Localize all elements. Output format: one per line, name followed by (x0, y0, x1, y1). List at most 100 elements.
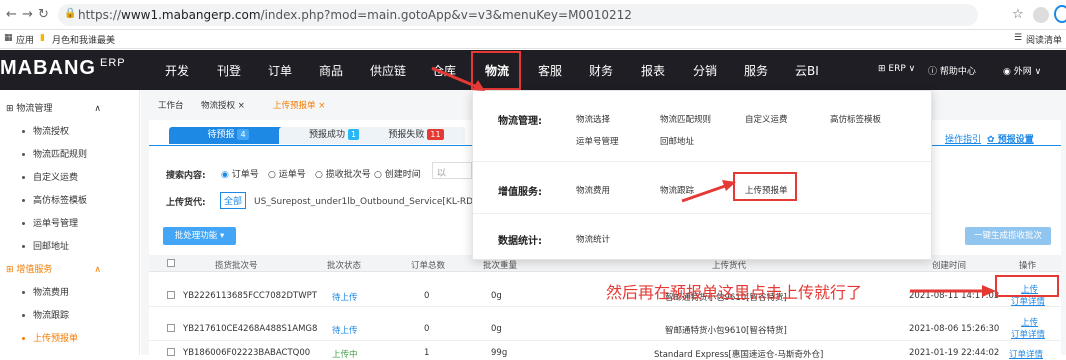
arrow-to-upload-forecast (681, 180, 736, 203)
folder-icon: ▮ (40, 33, 45, 43)
sidebar-item-return-address[interactable]: 回邮地址 (22, 239, 69, 252)
col-count: 订单总数 (411, 261, 446, 271)
bookmarks-bar: ▦ 应用 ▮ 月色和我谁最美 ☰ 阅读清单 (0, 30, 1066, 49)
forward-icon[interactable]: → (22, 7, 33, 22)
tab-logistics-auth[interactable]: 物流授权 × (201, 99, 245, 111)
tab-workbench[interactable]: 工作台 (158, 99, 184, 111)
search-input[interactable]: 以 (432, 162, 472, 179)
row-time: 2021-01-19 22:44:02 (909, 348, 1000, 358)
extension-icon[interactable] (1054, 5, 1066, 23)
select-all-checkbox[interactable] (167, 259, 175, 267)
settings-link[interactable]: ✿ 预报设置 (987, 132, 1034, 145)
network-menu[interactable]: ◉ 外网 ∨ (1003, 64, 1041, 77)
dropdown-section-management: 物流管理: (498, 116, 542, 127)
carrier-label: 上传货代: (166, 198, 206, 208)
nav-services[interactable]: 服务 (744, 62, 768, 79)
dropdown-item-tracking-number[interactable]: 运单号管理 (576, 135, 619, 147)
row-detail-link[interactable]: 订单详情 (1011, 328, 1045, 340)
nav-reports[interactable]: 报表 (641, 62, 665, 79)
dropdown-item-stats[interactable]: 物流统计 (576, 233, 610, 245)
row-divider (149, 306, 1061, 307)
row-checkbox[interactable] (167, 291, 175, 299)
sidebar-group-value-added[interactable]: ⊞ 增值服务 ∧ (6, 262, 101, 275)
sidebar-item-label-template[interactable]: 高仿标签模板 (22, 193, 87, 206)
nav-cloud-bi[interactable]: 云BI (795, 62, 819, 79)
star-icon[interactable]: ☆ (1012, 7, 1024, 22)
dropdown-item-label-template[interactable]: 高仿标签模板 (830, 113, 881, 125)
row-count: 0 (424, 291, 430, 301)
row-status: 上传中 (332, 350, 358, 360)
tab-failed[interactable]: 预报失败 11 (367, 127, 465, 144)
dropdown-item-logistics-select[interactable]: 物流选择 (576, 113, 610, 125)
highlight-upload-forecast (733, 172, 797, 201)
back-icon[interactable]: ← (6, 7, 17, 22)
guide-link[interactable]: 操作指引 (945, 132, 981, 145)
carrier-all-button[interactable]: 全部 (220, 192, 247, 209)
row-batch-id: YB217610CE4268A488S1AMG8 (183, 324, 318, 334)
col-batch: 揽货批次号 (215, 261, 258, 271)
nav-supply-chain[interactable]: 供应链 (370, 62, 406, 79)
bookmark-folder[interactable]: 月色和我谁最美 (52, 33, 115, 46)
radio-waybill[interactable]: ○ 运单号 (268, 167, 306, 180)
reading-list-icon: ☰ (1014, 33, 1023, 43)
dropdown-item-return-address[interactable]: 回邮地址 (660, 135, 694, 147)
sidebar-item-upload-forecast[interactable]: 上传预报单 (22, 331, 78, 344)
reading-list[interactable]: 阅读清单 (1026, 33, 1062, 46)
sidebar-item-tracking-number[interactable]: 运单号管理 (22, 216, 78, 229)
erp-menu[interactable]: ⊞ ERP ∨ (878, 64, 915, 74)
sidebar-group-logistics[interactable]: ⊞ 物流管理 ∧ (6, 101, 101, 114)
sidebar: ⊞ 物流管理 ∧ 物流授权 物流匹配规则 自定义运费 高仿标签模板 运单号管理 回… (0, 90, 140, 355)
row-batch-id: YB186006F02223BABACTQ00 (183, 348, 311, 358)
address-bar[interactable]: 🔒 https://www1.mabangerp.com/index.php?m… (58, 4, 978, 26)
dropdown-divider (473, 213, 931, 214)
highlight-upload-link (995, 275, 1059, 297)
radio-created[interactable]: ○ 创建时间 (374, 167, 421, 180)
sidebar-item-fees[interactable]: 物流费用 (22, 285, 69, 298)
grid-icon: ⊞ (6, 265, 17, 275)
radio-batch[interactable]: ○ 揽收批次号 (315, 167, 371, 180)
row-count: 0 (424, 324, 430, 334)
search-label: 搜索内容: (166, 171, 206, 181)
row-detail-link[interactable]: 订单详情 (1009, 348, 1043, 360)
nav-publish[interactable]: 刊登 (217, 62, 241, 79)
tab-pending[interactable]: 待预报 4 (169, 127, 287, 144)
col-status: 批次状态 (327, 261, 362, 271)
sidebar-item-custom-freight[interactable]: 自定义运费 (22, 170, 78, 183)
nav-products[interactable]: 商品 (319, 62, 343, 79)
row-checkbox[interactable] (167, 324, 175, 332)
radio-order-number[interactable]: ◉ 订单号 (221, 167, 259, 180)
url-host: www1.mabangerp.com (121, 8, 261, 22)
sidebar-item-match-rules[interactable]: 物流匹配规则 (22, 147, 87, 160)
reload-icon[interactable]: ↻ (38, 7, 49, 22)
carrier-option[interactable]: US_Surepost_under1lb_Outbound_Service[KL… (254, 194, 472, 207)
row-carrier: 智邮通特货小包9610[智谷特货] (665, 326, 787, 336)
sidebar-item-auth[interactable]: 物流授权 (22, 124, 69, 137)
batch-button[interactable]: 批处理功能 ▾ (163, 227, 236, 245)
row-upload-link[interactable]: 上传 (1021, 316, 1038, 328)
url-path: /index.php?mod=main.gotoApp&v=v3&menuKey… (260, 8, 632, 22)
bookmark-apps[interactable]: 应用 (16, 33, 34, 46)
col-weight: 批次重量 (483, 261, 518, 271)
app-header: MABANG ERP 开发 刊登 订单 商品 供应链 仓库 物流 客服 财务 报表… (0, 50, 1066, 90)
row-divider (149, 340, 1061, 341)
apps-icon[interactable]: ▦ (4, 33, 13, 43)
profile-icon[interactable] (1033, 7, 1049, 23)
tab-upload-forecast[interactable]: 上传预报单 × (273, 99, 325, 111)
nav-service[interactable]: 客服 (538, 62, 562, 79)
logo: MABANG ERP (0, 57, 126, 79)
nav-distribution[interactable]: 分销 (693, 62, 717, 79)
dropdown-divider (473, 161, 931, 162)
nav-develop[interactable]: 开发 (165, 62, 189, 79)
dropdown-item-fees[interactable]: 物流费用 (576, 184, 610, 196)
nav-finance[interactable]: 财务 (589, 62, 613, 79)
nav-orders[interactable]: 订单 (268, 62, 292, 79)
grid-icon: ⊞ (6, 104, 17, 114)
row-count: 1 (424, 348, 430, 358)
dropdown-section-stats: 数据统计: (498, 236, 542, 247)
dropdown-item-custom-freight[interactable]: 自定义运费 (745, 113, 788, 125)
generate-batch-button[interactable]: 一键生成揽收批次 (965, 227, 1051, 245)
url-prefix: https:// (78, 8, 122, 22)
help-center[interactable]: ⓘ 帮助中心 (928, 64, 976, 77)
sidebar-item-tracking[interactable]: 物流跟踪 (22, 308, 69, 321)
dropdown-item-match-rules[interactable]: 物流匹配规则 (660, 113, 711, 125)
